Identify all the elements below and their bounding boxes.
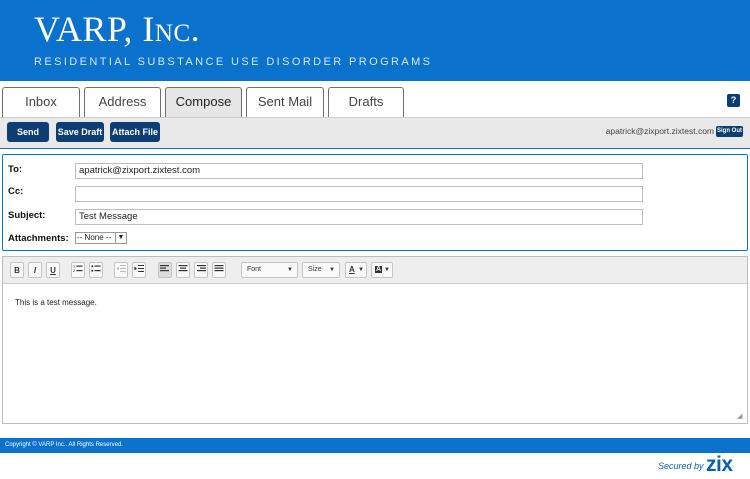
svg-text:2: 2: [73, 269, 75, 273]
to-label: To:: [8, 164, 23, 175]
align-left-icon[interactable]: [158, 262, 172, 278]
tab-drafts[interactable]: Drafts: [328, 87, 404, 117]
tab-compose[interactable]: Compose: [165, 87, 242, 117]
tab-inbox[interactable]: Inbox: [2, 87, 80, 117]
justify-icon[interactable]: [212, 262, 226, 278]
resize-grip-icon[interactable]: ◢: [737, 413, 744, 420]
subject-label: Subject:: [8, 210, 46, 221]
outdent-icon[interactable]: [114, 262, 128, 278]
bg-color-icon: A: [375, 266, 383, 273]
send-button[interactable]: Send: [7, 122, 49, 142]
mail-tabs: Inbox Address Compose Sent Mail Drafts: [0, 87, 750, 117]
cc-field[interactable]: [75, 186, 643, 202]
user-email: apatrick@zixport.zixtest.com: [605, 126, 714, 136]
text-color-icon: A: [349, 265, 355, 274]
ordered-list-icon[interactable]: 12: [71, 262, 85, 278]
font-select[interactable]: Font ▼: [241, 262, 298, 278]
attachments-select[interactable]: -- None -- ▼: [75, 232, 127, 244]
org-subtitle: RESIDENTIAL SUBSTANCE USE DISORDER PROGR…: [34, 56, 433, 68]
chevron-down-icon: ▼: [287, 267, 293, 273]
chevron-down-icon: ▼: [329, 267, 335, 273]
message-fields: To: apatrick@zixport.zixtest.com Cc: Sub…: [2, 154, 748, 251]
font-select-label: Font: [247, 266, 262, 273]
text-color-button[interactable]: A ▼: [345, 262, 367, 278]
chevron-down-icon: ▼: [358, 267, 364, 273]
attach-file-button[interactable]: Attach File: [110, 122, 160, 142]
cc-label: Cc:: [8, 186, 24, 197]
bg-color-button[interactable]: A ▼: [371, 262, 393, 278]
zix-logo: zix: [706, 453, 733, 476]
compose-toolbar: Send Save Draft Attach File apatrick@zix…: [0, 117, 750, 149]
help-button[interactable]: ?: [727, 94, 740, 107]
unordered-list-icon[interactable]: [89, 262, 103, 278]
secured-by-text: Secured by: [658, 461, 704, 471]
chevron-down-icon: ▼: [384, 267, 390, 273]
tab-address[interactable]: Address: [84, 87, 161, 117]
page-footer: Copyright © VARP Inc.. All Rights Reserv…: [0, 438, 750, 453]
editor-toolbar: B I U 12 Font ▼ Size ▼ A ▼ A ▼: [3, 257, 747, 284]
bold-button[interactable]: B: [10, 262, 24, 278]
message-body[interactable]: This is a test message.: [15, 298, 97, 307]
subject-field[interactable]: Test Message: [75, 209, 643, 225]
indent-icon[interactable]: [132, 262, 146, 278]
copyright-text: Copyright © VARP Inc.. All Rights Reserv…: [5, 442, 123, 448]
tab-sent-mail[interactable]: Sent Mail: [246, 87, 324, 117]
attachments-selected-value: -- None --: [77, 233, 112, 242]
align-right-icon[interactable]: [194, 262, 208, 278]
save-draft-button[interactable]: Save Draft: [56, 122, 104, 142]
sign-out-button[interactable]: Sign Out: [716, 126, 743, 137]
align-center-icon[interactable]: [176, 262, 190, 278]
italic-button[interactable]: I: [28, 262, 42, 278]
app-header: VARP, Inc. RESIDENTIAL SUBSTANCE USE DIS…: [0, 0, 750, 81]
underline-button[interactable]: U: [46, 262, 60, 278]
org-title: VARP, Inc.: [34, 9, 201, 49]
attachments-label: Attachments:: [8, 233, 69, 244]
to-field[interactable]: apatrick@zixport.zixtest.com: [75, 163, 643, 179]
svg-text:1: 1: [73, 265, 75, 269]
message-editor: B I U 12 Font ▼ Size ▼ A ▼ A ▼ This is a…: [2, 256, 748, 424]
dropdown-arrow-icon: ▼: [115, 233, 126, 243]
size-select[interactable]: Size ▼: [302, 262, 340, 278]
size-select-label: Size: [308, 266, 322, 273]
